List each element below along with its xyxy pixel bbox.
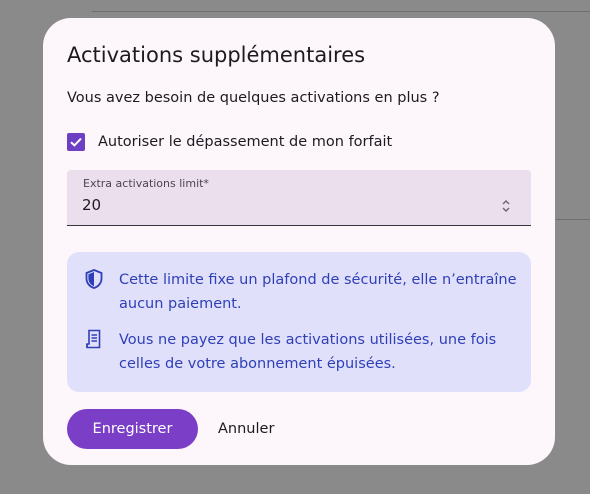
extra-activations-limit-input[interactable] xyxy=(82,194,482,216)
dialog-title: Activations supplémentaires xyxy=(67,43,366,67)
info-text-safety: Cette limite fixe un plafond de sécurité… xyxy=(119,272,517,312)
dialog-subtitle: Vous avez besoin de quelques activations… xyxy=(67,90,440,106)
spinner-arrows-icon xyxy=(502,200,510,212)
background-divider xyxy=(92,11,590,12)
receipt-icon xyxy=(83,328,105,350)
info-text-billing: Vous ne payez que les activations utilis… xyxy=(119,332,497,372)
info-item-billing: Vous ne payez que les activations utilis… xyxy=(83,328,519,376)
overage-checkbox[interactable] xyxy=(67,133,85,151)
overage-checkbox-row[interactable]: Autoriser le dépassement de mon forfait xyxy=(67,132,392,152)
save-button[interactable]: Enregistrer xyxy=(67,409,198,449)
info-box: Cette limite fixe un plafond de sécurité… xyxy=(67,252,531,392)
cancel-button[interactable]: Annuler xyxy=(208,409,284,449)
number-stepper[interactable] xyxy=(499,197,513,215)
shield-icon xyxy=(83,268,105,290)
extra-activations-dialog: Activations supplémentaires Vous avez be… xyxy=(43,18,555,465)
info-item-safety: Cette limite fixe un plafond de sécurité… xyxy=(83,268,519,316)
background-divider xyxy=(556,219,590,220)
field-label: Extra activations limit* xyxy=(83,177,209,190)
overage-checkbox-label: Autoriser le dépassement de mon forfait xyxy=(98,134,393,150)
check-icon xyxy=(70,137,82,147)
extra-activations-limit-field: Extra activations limit* xyxy=(67,170,531,226)
